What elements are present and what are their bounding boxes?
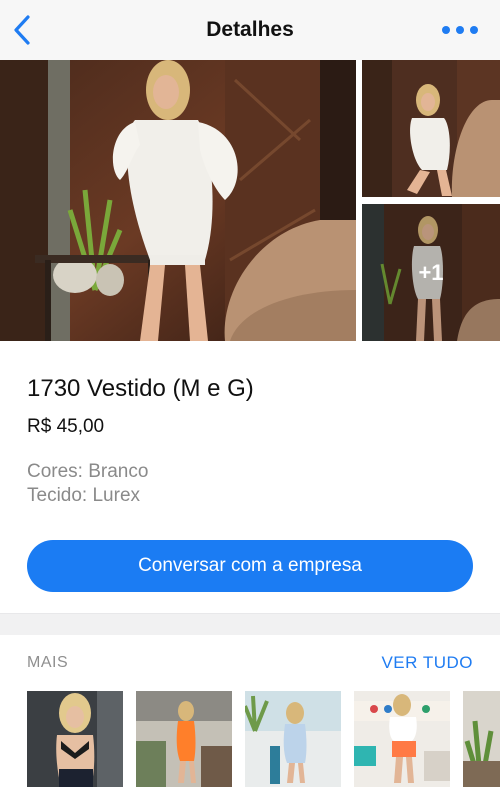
section-divider (0, 613, 500, 635)
related-product-thumbnail[interactable] (136, 691, 232, 787)
more-dot (470, 26, 478, 34)
main-product-photo[interactable] (0, 60, 356, 341)
product-price: R$ 45,00 (27, 416, 105, 437)
more-dot (456, 26, 464, 34)
product-fabric: Tecido: Lurex (27, 485, 141, 506)
more-products-section: MAIS VER TUDO (0, 635, 500, 811)
product-thumbnail-more[interactable]: +1 (362, 204, 500, 341)
more-options-button[interactable] (442, 22, 478, 38)
see-all-link[interactable]: VER TUDO (381, 653, 473, 673)
product-thumbnail[interactable] (362, 60, 500, 197)
more-horizontal-icon (442, 26, 450, 34)
product-title: 1730 Vestido (M e G) (27, 375, 254, 402)
extra-photos-count: +1 (362, 204, 500, 341)
related-product-thumbnail[interactable] (245, 691, 341, 787)
related-product-thumbnail[interactable] (27, 691, 123, 787)
related-product-thumbnail[interactable] (354, 691, 450, 787)
page-title: Detalhes (206, 18, 294, 41)
product-details: 1730 Vestido (M e G) R$ 45,00 Cores: Bra… (0, 341, 500, 613)
product-colors: Cores: Branco (27, 461, 149, 482)
navigation-bar: Detalhes (0, 0, 500, 60)
related-product-thumbnail[interactable] (463, 691, 500, 787)
chat-with-business-button[interactable]: Conversar com a empresa (27, 540, 473, 592)
more-section-label: MAIS (27, 654, 69, 671)
product-image-gallery: +1 (0, 60, 500, 341)
